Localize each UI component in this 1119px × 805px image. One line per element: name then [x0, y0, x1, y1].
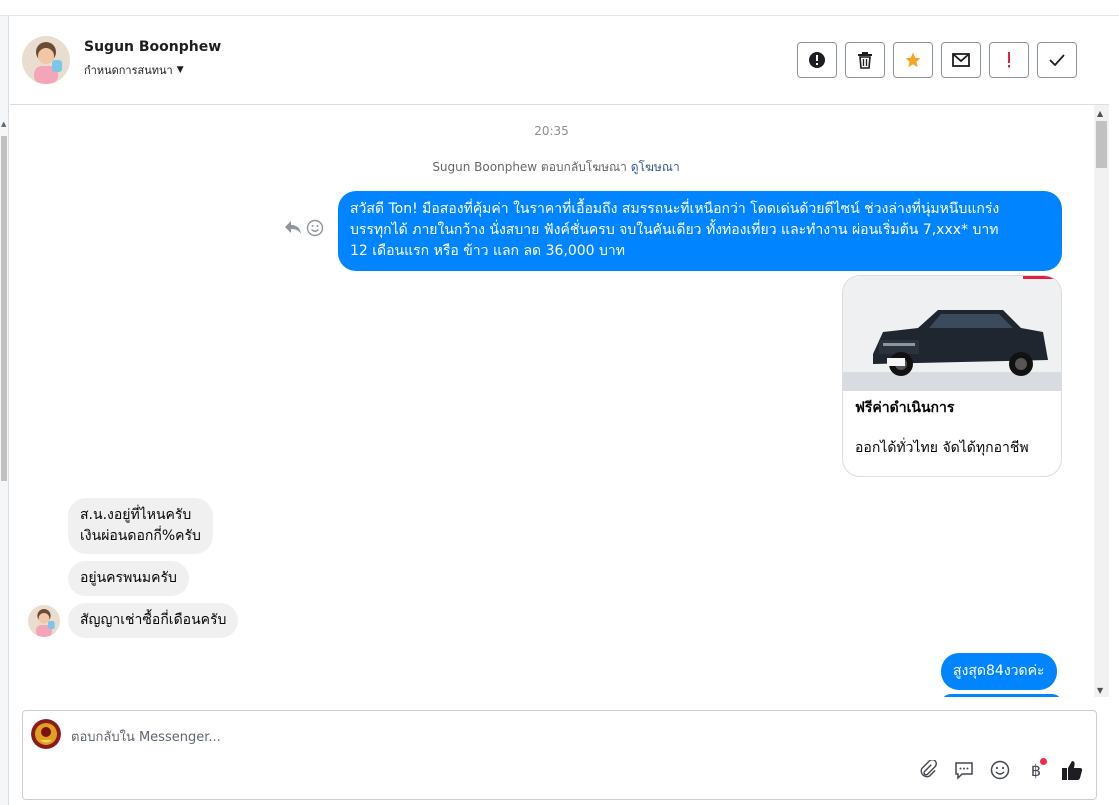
message-line: 12 เดือนแรก หรือ ข้าว แลก ลด 36,000 บาท	[350, 243, 626, 259]
reply-composer[interactable]: ตอบกลับใน Messenger... ฿	[22, 710, 1097, 800]
scroll-up-arrow-icon[interactable]: ▲	[1097, 109, 1103, 118]
star-icon	[905, 52, 921, 68]
composer-tools: ฿	[916, 758, 1084, 782]
saved-replies-button[interactable]	[952, 758, 976, 782]
react-emoji-icon[interactable]	[306, 219, 324, 237]
spam-button[interactable]	[989, 42, 1029, 78]
view-ad-link[interactable]: ดูโฆษณา	[631, 160, 680, 174]
conversation-options-dropdown[interactable]: กำหนดการสนทนา ▼	[84, 61, 184, 79]
emoji-icon	[990, 760, 1010, 780]
thumbs-up-icon	[1062, 761, 1083, 780]
outgoing-message[interactable]: สวัสดี Ton! มือสองที่คุ้มค่า ในราคาที่เอ…	[338, 191, 1062, 271]
ad-card-title: ฟรีค่าดำเนินการ	[855, 400, 955, 416]
right-scrollbar[interactable]: ▲ ▼	[1094, 105, 1109, 697]
outgoing-message[interactable]: สูงสุด84งวดค่ะ	[941, 653, 1057, 690]
scrollbar-thumb[interactable]	[1096, 121, 1107, 168]
messenger-app: ▲ Sugun Boonphew กำหนดการสนทนา ▼ 20:35 S…	[0, 0, 1119, 805]
ad-reply-notice: Sugun Boonphew ตอบกลับโฆษณา ดูโฆษณา	[10, 158, 1093, 177]
ad-card[interactable]: ฟรีค่าดำเนินการ ออกได้ทั่วไทย จัดได้ทุกอ…	[842, 275, 1062, 477]
ad-reply-text: Sugun Boonphew ตอบกลับโฆษณา	[432, 160, 627, 174]
attach-button[interactable]	[916, 758, 940, 782]
mark-unread-button[interactable]	[941, 42, 981, 78]
sender-avatar[interactable]	[28, 605, 60, 637]
message-timestamp: 20:35	[534, 124, 569, 138]
message-line: เงินผ่อนดอกกี่%ครับ	[80, 528, 201, 544]
notification-dot	[1040, 758, 1047, 765]
avatar[interactable]	[22, 36, 70, 84]
message-line: บรรทุกได้ ภายในกว้าง นั่งสบาย ฟังค์ชั่นค…	[350, 222, 999, 238]
contact-name[interactable]: Sugun Boonphew	[84, 39, 221, 55]
conversation-header: Sugun Boonphew กำหนดการสนทนา ▼	[10, 16, 1109, 105]
scroll-up-arrow-icon[interactable]: ▲	[1, 120, 6, 128]
delete-button[interactable]	[845, 42, 885, 78]
reply-icon[interactable]	[284, 219, 302, 235]
mail-icon	[952, 53, 970, 67]
ad-card-subtitle: ออกได้ทั่วไทย จัดได้ทุกอาชีพ	[855, 440, 1029, 456]
message-thread: 20:35 Sugun Boonphew ตอบกลับโฆษณา ดูโฆษณ…	[10, 105, 1093, 697]
incoming-message[interactable]: สัญญาเช่าซื้อกี่เดือนครับ	[68, 603, 239, 638]
left-scrollbar[interactable]: ▲	[0, 16, 9, 805]
scrollbar-thumb[interactable]	[1, 136, 7, 481]
attach-icon	[920, 760, 937, 778]
outgoing-message-partial	[941, 694, 1062, 697]
payment-button[interactable]: ฿	[1024, 758, 1048, 782]
conversation-options-label: กำหนดการสนทนา	[84, 64, 173, 77]
message-line: สวัสดี Ton! มือสองที่คุ้มค่า ในราคาที่เอ…	[350, 201, 1000, 217]
exclamation-icon	[1008, 52, 1010, 68]
incoming-message[interactable]: ส.น.งอยู่ที่ไหนครับ เงินผ่อนดอกกี่%ครับ	[68, 498, 213, 554]
scroll-down-arrow-icon[interactable]: ▼	[1097, 686, 1103, 695]
alert-icon	[809, 52, 825, 68]
message-actions	[284, 219, 324, 237]
reply-input[interactable]: ตอบกลับใน Messenger...	[71, 726, 221, 747]
report-button[interactable]	[797, 42, 837, 78]
caret-down-icon: ▼	[176, 65, 184, 75]
ad-image	[843, 276, 1061, 391]
check-icon	[1049, 54, 1065, 66]
header-actions	[797, 42, 1077, 78]
emoji-button[interactable]	[988, 758, 1012, 782]
incoming-message[interactable]: อยู่นครพนมครับ	[68, 561, 189, 596]
trash-icon	[858, 52, 872, 69]
like-button[interactable]	[1060, 758, 1084, 782]
top-bar	[0, 0, 1119, 16]
page-avatar	[31, 719, 61, 749]
message-line: ส.น.งอยู่ที่ไหนครับ	[80, 507, 192, 523]
star-button[interactable]	[893, 42, 933, 78]
chat-bubble-icon	[955, 762, 973, 780]
mark-done-button[interactable]	[1037, 42, 1077, 78]
